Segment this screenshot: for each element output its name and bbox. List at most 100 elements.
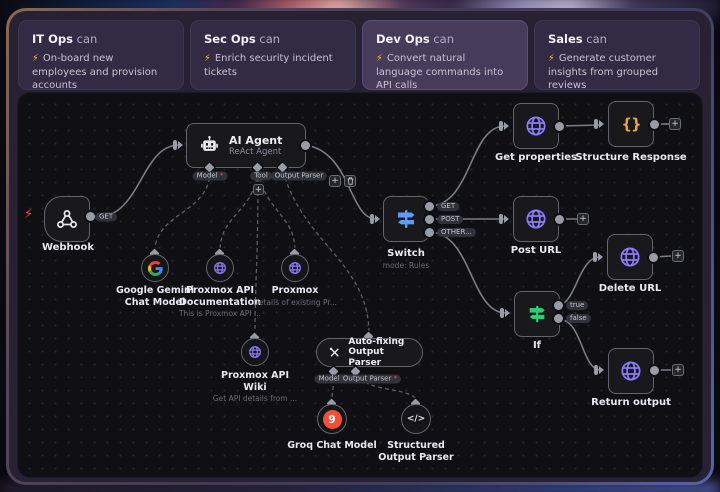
- port-label-tool: Tool: [250, 172, 272, 181]
- card-title: Sec Ops can: [204, 32, 343, 46]
- node-delete-url[interactable]: [607, 234, 653, 280]
- if-input-port[interactable]: [500, 308, 510, 318]
- node-structured-parser[interactable]: </>: [401, 404, 431, 434]
- get-properties-input-port[interactable]: [499, 121, 509, 131]
- ai-agent-input-port[interactable]: [173, 140, 183, 150]
- add-node-button[interactable]: +: [577, 213, 589, 225]
- node-get-properties[interactable]: [513, 103, 559, 149]
- wire-delete-button[interactable]: [344, 175, 356, 187]
- return-output-input-port[interactable]: [594, 365, 604, 375]
- globe-icon: [287, 260, 303, 276]
- webhook-output-port[interactable]: [86, 212, 95, 221]
- globe-icon: [247, 344, 263, 360]
- node-autofix-parser[interactable]: Auto-fixing Output Parser: [316, 338, 423, 367]
- add-node-button[interactable]: +: [672, 250, 684, 262]
- node-if[interactable]: [514, 291, 560, 337]
- groq-logo-icon: 9: [323, 410, 342, 429]
- capability-cards-row: IT Ops can ⚡ On-board new employees and …: [18, 20, 700, 90]
- switch-input-port[interactable]: [370, 214, 380, 224]
- node-label-delete-url: Delete URL: [599, 283, 662, 295]
- get-properties-output-port[interactable]: [555, 122, 564, 131]
- globe-icon: [212, 260, 228, 276]
- robot-icon: [198, 134, 221, 157]
- if-output-true[interactable]: [554, 301, 563, 310]
- switch-label-other: OTHER...: [437, 228, 476, 237]
- post-url-output-port[interactable]: [555, 215, 564, 224]
- node-label-structure-response: Structure Response: [575, 152, 686, 164]
- braces-icon: {}: [621, 115, 640, 133]
- tools-icon: [328, 345, 341, 360]
- return-output-output-port[interactable]: [650, 366, 659, 375]
- ai-agent-text: AI Agent ReAct Agent: [229, 134, 282, 157]
- switch-output-other[interactable]: [425, 228, 434, 237]
- card-text: ⚡ Generate customer insights from groupe…: [548, 52, 687, 92]
- card-it-ops[interactable]: IT Ops can ⚡ On-board new employees and …: [18, 20, 184, 90]
- autofix-text: Auto-fixing Output Parser: [348, 337, 412, 369]
- card-title: IT Ops can: [32, 32, 171, 46]
- wire-add-node-button[interactable]: +: [329, 175, 341, 187]
- node-proxmox-docs[interactable]: [206, 254, 234, 282]
- node-subtitle: ReAct Agent: [229, 147, 282, 157]
- card-dev-ops[interactable]: Dev Ops can ⚡ Convert natural language c…: [362, 20, 528, 90]
- add-node-button[interactable]: +: [672, 364, 684, 376]
- node-switch[interactable]: [383, 196, 429, 242]
- add-node-button[interactable]: +: [669, 118, 681, 130]
- switch-signpost-icon: [394, 207, 418, 231]
- post-url-input-port[interactable]: [499, 214, 509, 224]
- node-post-url[interactable]: [513, 196, 559, 242]
- workflow-canvas[interactable]: ⚡ GET Webhook: [17, 92, 703, 478]
- delete-url-output-port[interactable]: [649, 253, 658, 262]
- node-gemini-chat-model[interactable]: [141, 254, 169, 282]
- bolt-icon: ⚡: [32, 53, 39, 64]
- node-return-output[interactable]: [608, 348, 654, 394]
- globe-icon: [523, 206, 549, 232]
- port-label-get: GET: [95, 213, 117, 222]
- switch-output-post[interactable]: [425, 215, 434, 224]
- if-signpost-icon: [526, 303, 548, 325]
- add-tool-button[interactable]: +: [253, 184, 264, 195]
- code-icon: </>: [407, 414, 425, 424]
- webhook-icon: [55, 207, 79, 231]
- node-groq-chat-model[interactable]: 9: [317, 404, 347, 434]
- card-title: Dev Ops can: [376, 32, 515, 46]
- node-label-proxmox-wiki: Proxmox APIWiki Get API details from ...: [213, 370, 297, 405]
- if-output-false[interactable]: [554, 314, 563, 323]
- google-logo-icon: [148, 261, 163, 276]
- structure-response-input-port[interactable]: [594, 119, 604, 129]
- bolt-icon: ⚡: [376, 53, 383, 64]
- node-structure-response[interactable]: {}: [608, 101, 654, 147]
- card-text: ⚡ Enrich security incident tickets: [204, 52, 343, 79]
- node-label-proxmox: Proxmox Details of existing Pr...: [253, 285, 337, 308]
- if-label-true: true: [566, 301, 588, 310]
- globe-icon: [618, 358, 644, 384]
- structure-response-output-port[interactable]: [650, 120, 659, 129]
- node-proxmox[interactable]: [281, 254, 309, 282]
- if-label-false: false: [566, 314, 591, 323]
- node-ai-agent[interactable]: AI Agent ReAct Agent: [186, 123, 306, 168]
- node-label-return-output: Return output: [591, 397, 671, 409]
- app-window: IT Ops can ⚡ On-board new employees and …: [0, 0, 720, 492]
- bolt-icon: ⚡: [548, 53, 555, 64]
- port-label-model: Model *: [193, 172, 228, 181]
- node-title: AI Agent: [229, 134, 282, 147]
- port-label-output-parser: Output Parser: [271, 172, 327, 181]
- node-label-webhook: Webhook: [42, 242, 94, 254]
- node-label-proxmox-docs: Proxmox APIDocumentation This is Proxmox…: [179, 285, 261, 320]
- node-label-if: If: [533, 340, 541, 352]
- card-title: Sales can: [548, 32, 687, 46]
- trash-icon: [347, 177, 354, 185]
- globe-icon: [617, 244, 643, 270]
- node-proxmox-wiki[interactable]: [241, 338, 269, 366]
- switch-label-get: GET: [437, 202, 459, 211]
- node-label-switch: Switchmode: Rules: [383, 248, 429, 271]
- node-label-groq: Groq Chat Model: [287, 440, 377, 452]
- node-webhook[interactable]: [44, 196, 90, 242]
- card-sec-ops[interactable]: Sec Ops can ⚡ Enrich security incident t…: [190, 20, 356, 90]
- ai-agent-output-port[interactable]: [301, 141, 310, 150]
- execute-bolt-icon[interactable]: ⚡: [24, 207, 33, 222]
- card-sales[interactable]: Sales can ⚡ Generate customer insights f…: [534, 20, 700, 90]
- node-label-get-properties: Get properties: [495, 152, 577, 164]
- delete-url-input-port[interactable]: [593, 252, 603, 262]
- switch-output-get[interactable]: [425, 202, 434, 211]
- bolt-icon: ⚡: [204, 53, 211, 64]
